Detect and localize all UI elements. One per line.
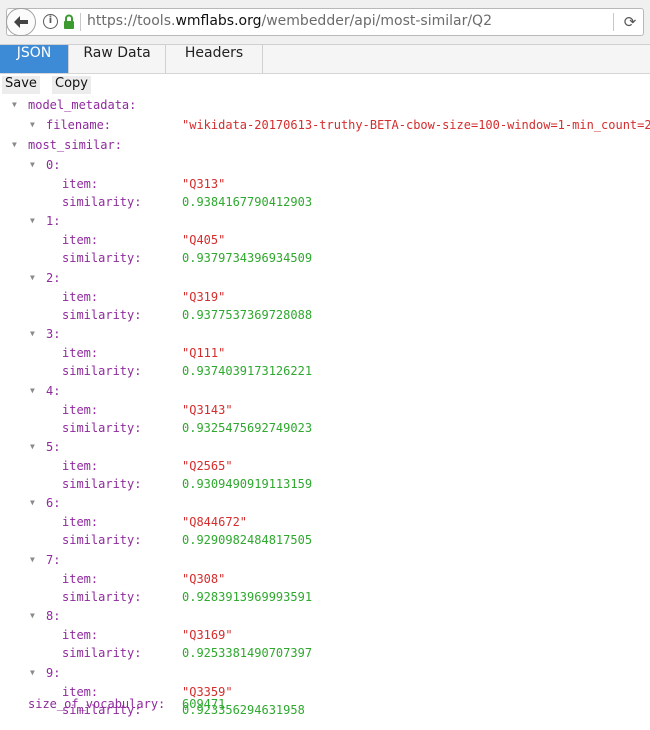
viewer-tabs: JSON Raw Data Headers xyxy=(0,45,650,74)
tab-json[interactable]: JSON xyxy=(0,45,69,73)
json-number-value: 0.9374039173126221 xyxy=(182,364,313,379)
json-key: similarity: xyxy=(62,589,142,604)
json-string-value: "Q111" xyxy=(182,346,226,361)
expand-triangle-icon[interactable]: ▼ xyxy=(30,156,35,174)
json-number-value: 0.9325475692749023 xyxy=(182,420,313,435)
json-key: item: xyxy=(62,289,99,304)
json-key: item: xyxy=(62,233,99,248)
json-key: similarity: xyxy=(62,646,142,661)
copy-button[interactable]: Copy xyxy=(52,76,91,94)
save-button[interactable]: Save xyxy=(2,76,40,94)
url-domain: wmflabs.org xyxy=(175,13,262,29)
expand-triangle-icon[interactable]: ▼ xyxy=(30,494,35,512)
back-button[interactable] xyxy=(6,8,36,36)
json-string-value: "Q844672" xyxy=(182,515,248,530)
expand-triangle-icon[interactable]: ▼ xyxy=(30,551,35,569)
json-key: size_of_vocabulary: xyxy=(28,697,166,711)
json-key: similarity: xyxy=(62,420,142,435)
json-key: 2: xyxy=(46,270,61,285)
expand-triangle-icon[interactable]: ▼ xyxy=(30,664,35,682)
json-number-value: 0.9377537369728088 xyxy=(182,307,313,322)
expand-triangle-icon[interactable]: ▼ xyxy=(30,269,35,287)
json-key: similarity: xyxy=(62,307,142,322)
json-key: 9: xyxy=(46,665,61,680)
json-key: 6: xyxy=(46,496,61,511)
tab-headers[interactable]: Headers xyxy=(166,45,263,73)
json-key: item: xyxy=(62,402,99,417)
json-key: 8: xyxy=(46,609,61,624)
json-number-value: 0.9283913969993591 xyxy=(182,589,313,604)
expand-triangle-icon[interactable]: ▼ xyxy=(30,116,35,134)
json-key: item: xyxy=(62,515,99,530)
json-number-value: 609471 xyxy=(182,697,226,711)
url-divider xyxy=(80,13,81,31)
json-key: similarity: xyxy=(62,195,142,209)
json-toolbar: Save Copy xyxy=(0,74,650,96)
json-number-value: 0.9253381490707397 xyxy=(182,646,313,661)
url-path: /wembedder/api/most-similar/Q2 xyxy=(261,13,492,29)
json-key: item: xyxy=(62,177,99,191)
json-key: similarity: xyxy=(62,477,142,491)
json-key: similarity: xyxy=(62,251,142,266)
json-string-value: "Q319" xyxy=(182,289,226,304)
json-string-value: "Q405" xyxy=(182,233,226,248)
expand-triangle-icon[interactable]: ▼ xyxy=(30,607,35,625)
json-string-value: "Q313" xyxy=(182,177,226,191)
url-prefix: https://tools. xyxy=(87,13,176,29)
json-key: filename: xyxy=(46,118,112,132)
info-icon[interactable]: i xyxy=(43,14,58,29)
json-key: 3: xyxy=(46,327,61,342)
tab-raw-data[interactable]: Raw Data xyxy=(69,45,166,73)
json-key: model_metadata: xyxy=(28,98,137,112)
json-key: similarity: xyxy=(62,533,142,548)
json-number-value: 0.9290982484817505 xyxy=(182,533,313,548)
json-key: 5: xyxy=(46,440,61,454)
json-key: 1: xyxy=(46,214,61,229)
expand-triangle-icon[interactable]: ▼ xyxy=(30,382,35,400)
json-string-value: "wikidata-20170613-truthy-BETA-cbow-size… xyxy=(182,118,650,132)
json-string-value: "Q308" xyxy=(182,571,226,586)
expand-triangle-icon[interactable]: ▼ xyxy=(12,96,17,114)
json-string-value: "Q2565" xyxy=(182,459,233,473)
json-string-value: "Q3143" xyxy=(182,402,233,417)
browser-toolbar: i https://tools.wmflabs.org/wembedder/ap… xyxy=(0,0,650,45)
json-key: item: xyxy=(62,459,99,473)
json-key: item: xyxy=(62,628,99,643)
expand-triangle-icon[interactable]: ▼ xyxy=(30,325,35,343)
json-key: 0: xyxy=(46,158,61,172)
json-number-value: 0.9309490919113159 xyxy=(182,477,313,491)
reload-icon[interactable]: ⟳ xyxy=(620,11,640,33)
url-text[interactable]: https://tools.wmflabs.org/wembedder/api/… xyxy=(87,13,492,29)
json-number-value: 0.9384167790412903 xyxy=(182,195,313,209)
json-key: item: xyxy=(62,346,99,361)
back-arrow-icon xyxy=(14,16,28,28)
expand-triangle-icon[interactable]: ▼ xyxy=(12,136,17,154)
json-key: 7: xyxy=(46,552,61,567)
lock-icon xyxy=(64,14,74,29)
expand-triangle-icon[interactable]: ▼ xyxy=(30,438,35,456)
url-divider-right xyxy=(613,13,614,31)
json-key: 4: xyxy=(46,383,61,398)
json-key: most_similar: xyxy=(28,138,122,152)
json-string-value: "Q3169" xyxy=(182,628,233,643)
expand-triangle-icon[interactable]: ▼ xyxy=(30,212,35,230)
json-number-value: 0.9379734396934509 xyxy=(182,251,313,266)
url-bar[interactable]: i https://tools.wmflabs.org/wembedder/ap… xyxy=(6,8,644,36)
json-key: similarity: xyxy=(62,364,142,379)
json-key: item: xyxy=(62,571,99,586)
